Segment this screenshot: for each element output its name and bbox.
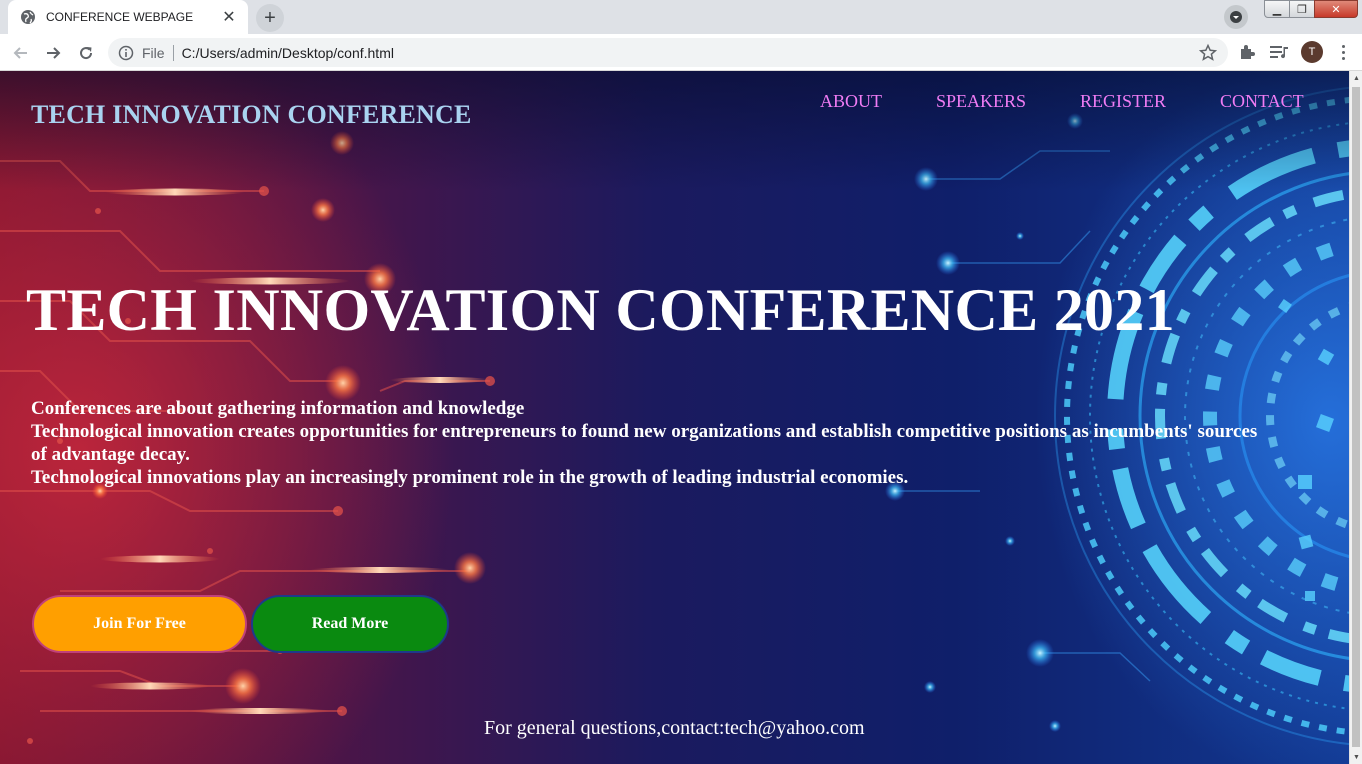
nav-link-about[interactable]: ABOUT bbox=[820, 91, 882, 112]
url-text[interactable]: C:/Users/admin/Desktop/conf.html bbox=[182, 45, 1198, 61]
hero-title: TECH INNOVATION CONFERENCE 2021 bbox=[26, 277, 1175, 343]
site-brand-title[interactable]: TECH INNOVATION CONFERENCE bbox=[31, 100, 472, 130]
read-more-button[interactable]: Read More bbox=[251, 595, 449, 653]
browser-tabstrip: CONFERENCE WEBPAGE ✕ + ▁ ❐ ✕ bbox=[0, 0, 1362, 34]
browser-toolbar: File C:/Users/admin/Desktop/conf.html T bbox=[0, 34, 1362, 71]
minimize-button[interactable]: ▁ bbox=[1264, 0, 1290, 18]
tab-title: CONFERENCE WEBPAGE bbox=[46, 10, 194, 24]
window-close-button[interactable]: ✕ bbox=[1314, 0, 1358, 18]
restore-button[interactable]: ❐ bbox=[1289, 0, 1315, 18]
reload-icon[interactable] bbox=[73, 40, 99, 66]
scroll-up-arrow-icon[interactable]: ▲ bbox=[1350, 71, 1362, 85]
media-queue-icon[interactable] bbox=[1268, 42, 1290, 62]
scroll-down-arrow-icon[interactable]: ▼ bbox=[1350, 750, 1362, 764]
hero-line: Technological innovations play an increa… bbox=[31, 467, 909, 488]
page-scrollbar[interactable]: ▲ ▼ bbox=[1349, 71, 1362, 764]
kebab-menu-icon[interactable] bbox=[1336, 42, 1350, 62]
hero-description: Conferences are about gathering informat… bbox=[31, 397, 1271, 489]
forward-arrow-icon[interactable] bbox=[40, 40, 66, 66]
close-icon[interactable]: ✕ bbox=[220, 8, 238, 26]
back-arrow-icon[interactable] bbox=[8, 40, 34, 66]
globe-icon bbox=[21, 10, 35, 24]
scheme-label: File bbox=[142, 44, 174, 61]
avatar[interactable]: T bbox=[1301, 41, 1323, 63]
contact-footer: For general questions,contact:tech@yahoo… bbox=[484, 717, 865, 739]
site-nav: ABOUT SPEAKERS REGISTER CONTACT bbox=[820, 91, 1304, 112]
star-icon[interactable] bbox=[1198, 43, 1218, 63]
hero-line: Conferences are about gathering informat… bbox=[31, 398, 525, 419]
plus-icon[interactable]: + bbox=[256, 4, 284, 32]
nav-link-register[interactable]: REGISTER bbox=[1080, 91, 1166, 112]
browser-tab-active[interactable]: CONFERENCE WEBPAGE ✕ bbox=[8, 0, 248, 34]
hero-line: Technological innovation creates opportu… bbox=[31, 421, 1258, 465]
nav-link-contact[interactable]: CONTACT bbox=[1220, 91, 1304, 112]
info-icon[interactable] bbox=[118, 45, 134, 61]
scroll-thumb[interactable] bbox=[1352, 87, 1360, 747]
nav-link-speakers[interactable]: SPEAKERS bbox=[936, 91, 1026, 112]
puzzle-extension-icon[interactable] bbox=[1237, 42, 1257, 62]
window-controls: ▁ ❐ ✕ bbox=[1264, 0, 1358, 20]
page-viewport: TECH INNOVATION CONFERENCE ABOUT SPEAKER… bbox=[0, 71, 1362, 764]
tab-search-icon[interactable] bbox=[1224, 5, 1248, 29]
address-bar[interactable]: File C:/Users/admin/Desktop/conf.html bbox=[108, 38, 1228, 67]
join-for-free-button[interactable]: Join For Free bbox=[32, 595, 247, 653]
